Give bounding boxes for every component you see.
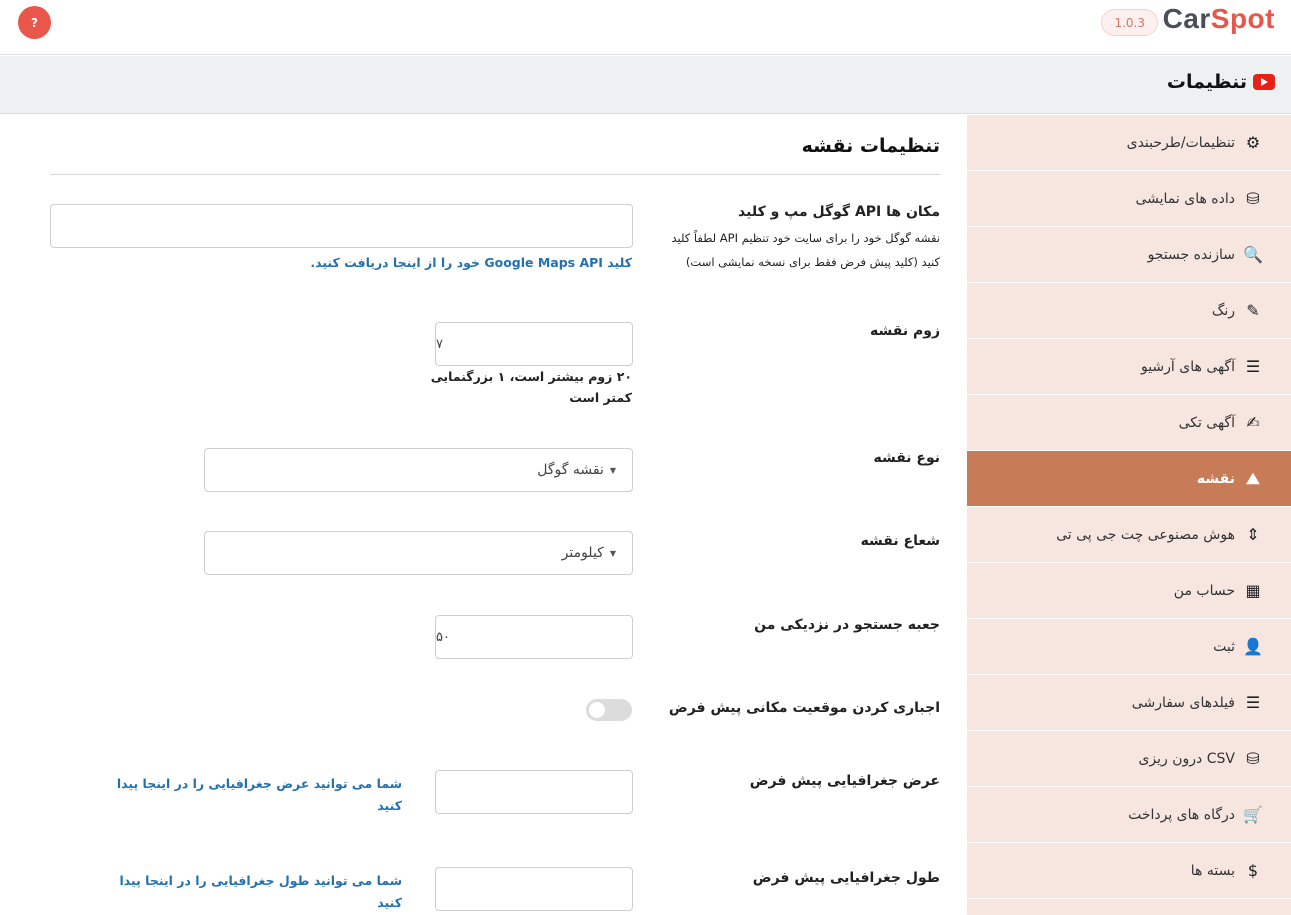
zoom-help-line2: کمتر است bbox=[569, 390, 632, 405]
sidebar-item-label: حساب من bbox=[1173, 582, 1235, 599]
sidebar-item[interactable]: 🛒 درگاه های پرداخت bbox=[967, 787, 1291, 843]
sidebar-item[interactable]: ✍ آگهی تکی bbox=[967, 395, 1291, 451]
latitude-link-line1[interactable]: شما می توانید عرض جغرافیایی را در اینجا … bbox=[117, 776, 402, 791]
sort-icon: ⇕ bbox=[1246, 525, 1260, 544]
sidebar-item-label: سازنده جستجو bbox=[1147, 246, 1235, 263]
api-key-link[interactable]: کلید Google Maps API خود را از اینجا دری… bbox=[310, 255, 632, 270]
sidebar-item[interactable]: 👤 ثبت bbox=[967, 619, 1291, 675]
edit-icon: ✍ bbox=[1246, 413, 1260, 432]
sidebar-item-label: نقشه bbox=[1196, 470, 1235, 487]
radius-value: کیلومتر bbox=[561, 545, 604, 561]
map-icon: ⛰ bbox=[1246, 468, 1260, 488]
gear-icon: ⚙ bbox=[1245, 133, 1261, 152]
search-icon: 🔍 bbox=[1243, 245, 1263, 264]
youtube-icon[interactable] bbox=[1253, 74, 1275, 90]
user-icon: 👤 bbox=[1243, 637, 1263, 656]
help-button[interactable]: ? bbox=[18, 6, 51, 39]
map-type-value: نقشه گوگل bbox=[537, 462, 604, 478]
api-key-input[interactable] bbox=[50, 204, 633, 248]
sidebar-item[interactable]: ☰ آگهی های آرشیو bbox=[967, 339, 1291, 395]
dropdown-caret-icon: ▼ bbox=[609, 548, 616, 558]
list-icon: ☰ bbox=[1245, 357, 1261, 376]
longitude-input[interactable] bbox=[435, 867, 633, 911]
sidebar-item-label: داده های نمایشی bbox=[1135, 190, 1235, 207]
sidebar-item-label: رنگ bbox=[1211, 302, 1235, 319]
zoom-label: زوم نقشه bbox=[870, 323, 940, 339]
dropdown-caret-icon: ▼ bbox=[609, 465, 616, 475]
sidebar-item-label: فیلدهای سفارشی bbox=[1131, 694, 1235, 711]
api-key-label: گوگل مپ و کلید API مکان ها bbox=[738, 204, 940, 220]
latitude-link-line2[interactable]: کنید bbox=[377, 798, 402, 813]
sidebar-item[interactable]: ⛁ درون ریزی CSV bbox=[967, 731, 1291, 787]
sidebar-item[interactable]: ⛰ نقشه bbox=[967, 451, 1291, 507]
sidebar-item-label: درگاه های پرداخت bbox=[1128, 806, 1235, 823]
carspot-logo: CarSpot bbox=[1163, 3, 1275, 35]
zoom-input[interactable]: ۷ bbox=[435, 322, 633, 366]
logo-car-text: Car bbox=[1162, 3, 1211, 34]
list-icon: ☰ bbox=[1245, 693, 1261, 712]
zoom-help-line1: ۲۰ زوم بیشتر است، ۱ بزرگنمایی bbox=[430, 369, 632, 384]
sidebar-item[interactable]: ☰ فیلدهای سفارشی bbox=[967, 675, 1291, 731]
top-header: ? 1.0.3 CarSpot bbox=[0, 0, 1291, 55]
sidebar-item-label: هوش مصنوعی چت جی پی تی bbox=[1056, 526, 1235, 543]
sidebar-item-label: بسته ها bbox=[1190, 862, 1235, 879]
section-title: تنظیمات نقشه bbox=[801, 135, 940, 157]
api-key-desc-line2: کنید (کلید پیش فرض فقط برای نسخه نمایشی … bbox=[685, 255, 940, 269]
settings-sidebar: ⚙ تنظیمات/طرحبندی ⛁ داده های نمایشی 🔍 سازنده … bbox=[967, 115, 1291, 915]
database-icon: ⛁ bbox=[1246, 749, 1260, 768]
force-location-label: اجباری کردن موقعیت مکانی پیش فرض bbox=[668, 700, 940, 716]
sidebar-item[interactable]: ⇕ هوش مصنوعی چت جی پی تی bbox=[967, 507, 1291, 563]
latitude-input[interactable] bbox=[435, 770, 633, 814]
sidebar-item-label: تنظیمات/طرحبندی bbox=[1126, 134, 1235, 151]
radius-label: شعاع نقشه bbox=[860, 533, 940, 549]
dollar-icon: $ bbox=[1247, 861, 1259, 880]
sidebar-item[interactable]: ⛁ داده های نمایشی bbox=[967, 171, 1291, 227]
page-title-text: تنظیمات bbox=[1166, 71, 1247, 93]
database-icon: ⛁ bbox=[1246, 189, 1260, 208]
map-type-label: نوع نقشه bbox=[873, 450, 940, 466]
api-key-desc-line1: لطفاً کلید API نقشه گوگل خود را برای سای… bbox=[671, 231, 940, 245]
sidebar-item-label: ثبت bbox=[1213, 638, 1235, 655]
sidebar-item[interactable]: ⚙ تنظیمات/طرحبندی bbox=[967, 115, 1291, 171]
radius-select[interactable]: ▼ کیلومتر bbox=[204, 531, 633, 575]
version-badge: 1.0.3 bbox=[1101, 9, 1158, 36]
toggle-knob bbox=[589, 702, 605, 718]
sidebar-item[interactable]: ▦ حساب من bbox=[967, 563, 1291, 619]
map-type-select[interactable]: ▼ نقشه گوگل bbox=[204, 448, 633, 492]
force-location-toggle[interactable] bbox=[586, 699, 632, 721]
longitude-link-line1[interactable]: شما می توانید طول جغرافیایی را در اینجا … bbox=[120, 873, 402, 888]
title-bar: تنظیمات bbox=[0, 56, 1291, 114]
sidebar-item[interactable]: $ بسته ها bbox=[967, 843, 1291, 899]
sidebar-item[interactable]: ✎ رنگ bbox=[967, 283, 1291, 339]
sidebar-item-label: آگهی های آرشیو bbox=[1140, 358, 1235, 375]
near-me-label: جعبه جستجو در نزدیکی من bbox=[754, 617, 940, 633]
map-settings-panel: تنظیمات نقشه گوگل مپ و کلید API مکان ها … bbox=[50, 115, 940, 915]
sidebar-item-label: درون ریزی CSV bbox=[1138, 750, 1235, 767]
sidebar-item[interactable]: 🔍 سازنده جستجو bbox=[967, 227, 1291, 283]
sidebar-item-label: آگهی تکی bbox=[1178, 414, 1235, 431]
latitude-label: عرض جغرافیایی پیش فرض bbox=[749, 773, 940, 789]
page-title: تنظیمات bbox=[1167, 71, 1275, 93]
near-me-input[interactable]: ۵۰ bbox=[435, 615, 633, 659]
table-icon: ▦ bbox=[1245, 581, 1261, 600]
longitude-label: طول جغرافیایی پیش فرض bbox=[752, 870, 940, 886]
logo-spot-text: Spot bbox=[1210, 3, 1275, 34]
cart-icon: 🛒 bbox=[1243, 805, 1263, 824]
section-divider bbox=[50, 174, 940, 175]
longitude-link-line2[interactable]: کنید bbox=[377, 895, 402, 910]
eyedropper-icon: ✎ bbox=[1246, 301, 1260, 320]
